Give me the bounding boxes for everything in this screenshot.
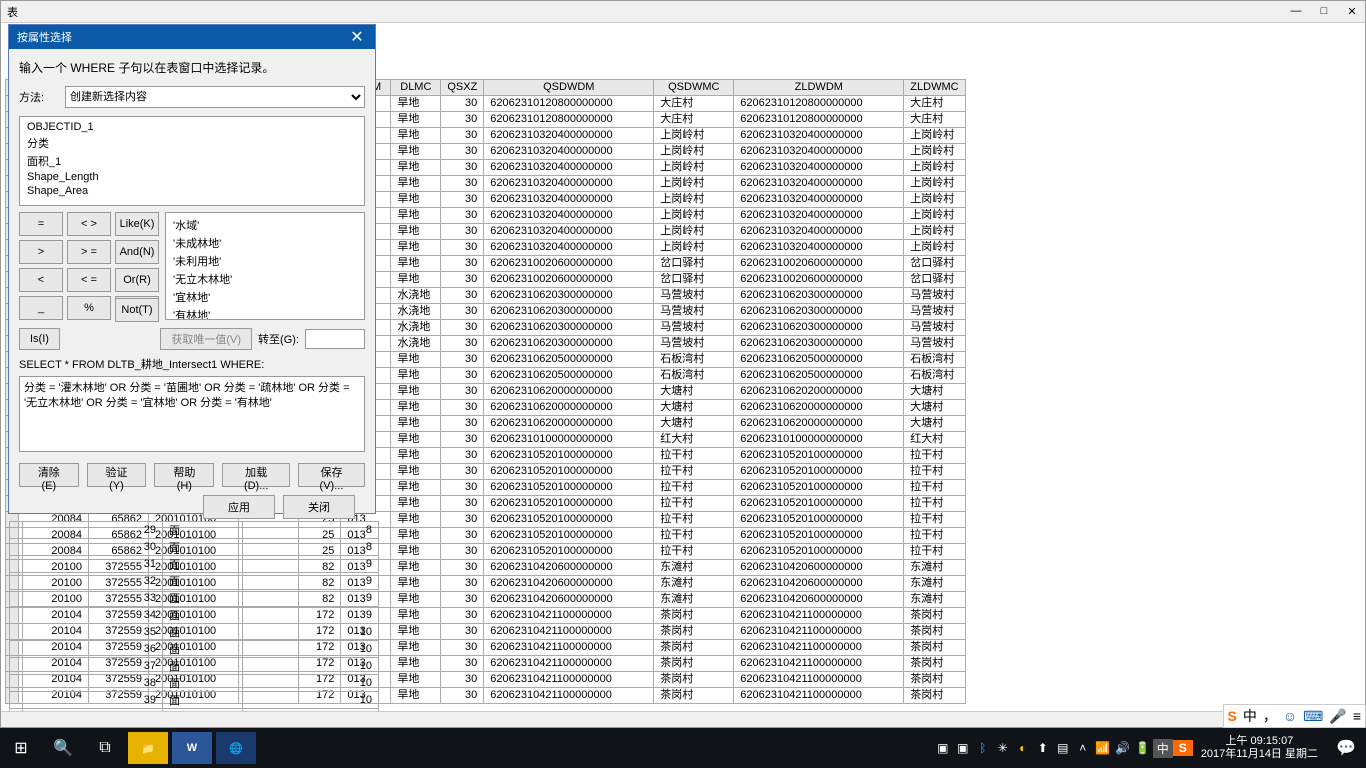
titlebar: 表 — □ ✕ [1,1,1365,23]
method-label: 方法: [19,89,57,105]
column-header[interactable]: QSXZ [441,80,484,96]
column-header[interactable]: QSDWDM [484,80,654,96]
clock[interactable]: 上午 09:15:07 2017年11月14日 星期二 [1193,735,1326,761]
explorer-icon[interactable]: 📁 [128,732,168,764]
ime-toolbar[interactable]: S 中 ， ☺ ⌨ 🎤 ≡ [1223,704,1366,728]
dialog-close-button[interactable]: ✕ [347,27,367,47]
where-clause-input[interactable] [19,376,365,452]
load-button[interactable]: 加载(D)... [222,463,290,487]
op-lt-button[interactable]: < [19,268,63,292]
help-button[interactable]: 帮助(H) [154,463,214,487]
select-from-label: SELECT * FROM DLTB_耕地_Intersect1 WHERE: [19,356,365,372]
op-eq-button[interactable]: = [19,212,63,236]
get-unique-button[interactable]: 获取唯一值(V) [160,328,252,350]
field-item[interactable]: OBJECTID_1 [25,120,359,134]
column-header[interactable]: DLMC [391,80,441,96]
op-like-button[interactable]: Like(K) [115,212,159,236]
value-item[interactable]: '水域' [171,216,359,234]
clock-time: 上午 09:15:07 [1201,735,1318,748]
table-row[interactable]: 32面9 [10,573,379,590]
search-icon[interactable]: 🔍 [42,728,84,768]
bluetooth-icon[interactable]: ᛒ [973,741,993,755]
field-item[interactable]: 分类 [25,134,359,152]
left-table-fragment: 29面830面831面932面933面934面935面1036面1037面103… [9,521,379,726]
table-row[interactable]: 31面9 [10,556,379,573]
battery-icon[interactable]: 🔋 [1133,741,1153,755]
unique-values-list[interactable]: '水域''未成林地''未利用地''无立木林地''宜林地''有林地' [165,212,365,320]
goto-label: 转至(G): [258,331,299,347]
dialog-prompt: 输入一个 WHERE 子句以在表窗口中选择记录。 [19,59,365,76]
verify-button[interactable]: 验证(Y) [87,463,147,487]
ime-keyboard-icon[interactable]: ⌨ [1303,708,1323,725]
volume-icon[interactable]: 🔊 [1113,741,1133,755]
table-row[interactable]: 36面10 [10,641,379,658]
notification-icon[interactable]: 💬 [1326,738,1366,758]
table-row[interactable]: 33面9 [10,590,379,607]
field-item[interactable]: Shape_Length [25,170,359,184]
close-button[interactable]: 关闭 [283,495,355,519]
table-row[interactable]: 39面10 [10,692,379,709]
column-header[interactable]: QSDWMC [654,80,734,96]
ime-menu-icon[interactable]: ≡ [1353,708,1361,724]
op-gt-button[interactable]: > [19,240,63,264]
table-row[interactable]: 38面10 [10,675,379,692]
method-select[interactable]: 创建新选择内容 [65,86,365,108]
tray-icon-5[interactable]: ▤ [1053,741,1073,755]
maximize-icon[interactable]: □ [1317,5,1331,18]
field-item[interactable]: 面积_1 [25,152,359,170]
op-le-button[interactable]: < = [67,268,111,292]
word-icon[interactable]: W [172,732,212,764]
sogou-tray-icon[interactable]: S [1173,740,1193,756]
minimize-icon[interactable]: — [1289,5,1303,18]
clock-date: 2017年11月14日 星期二 [1201,748,1318,761]
arcmap-icon[interactable]: 🌐 [216,732,256,764]
table-row[interactable]: 35面10 [10,624,379,641]
apply-button[interactable]: 应用 [203,495,275,519]
tray-icon-3[interactable]: ◐ [1013,741,1033,755]
value-item[interactable]: '无立木林地' [171,270,359,288]
horizontal-scrollbar[interactable] [1,711,1365,727]
sogou-logo-icon: S [1228,708,1237,724]
value-item[interactable]: '未利用地' [171,252,359,270]
tray-icon-2[interactable]: ▣ [953,741,973,755]
taskbar: ⊞ 🔍 ⧉ 📁 W 🌐 ▣ ▣ ᛒ ✳ ◐ ⬆ ▤ ˄ 📶 🔊 🔋 中 S 上午… [0,728,1366,768]
start-button[interactable]: ⊞ [0,728,42,768]
network-icon[interactable]: ✳ [993,741,1013,755]
is-button[interactable]: Is(I) [19,328,60,350]
op-and-button[interactable]: And(N) [115,240,159,264]
wifi-icon[interactable]: 📶 [1093,741,1113,755]
op-ne-button[interactable]: < > [67,212,111,236]
save-button[interactable]: 保存(V)... [298,463,365,487]
close-icon[interactable]: ✕ [1345,5,1359,18]
dialog-titlebar: 按属性选择 ✕ [9,25,375,49]
ime-smile-icon[interactable]: ☺ [1283,708,1297,724]
value-item[interactable]: '宜林地' [171,288,359,306]
field-item[interactable]: Shape_Area [25,184,359,198]
dialog-title: 按属性选择 [17,29,347,45]
column-header[interactable]: ZLDWDM [734,80,904,96]
table-row[interactable]: 30面8 [10,539,379,556]
ime-punct-icon[interactable]: ， [1263,706,1277,726]
value-item[interactable]: '有林地' [171,306,359,320]
op-not-button[interactable]: Not(T) [115,298,159,322]
ime-zhong[interactable]: 中 [1243,706,1257,726]
task-view-icon[interactable]: ⧉ [84,728,126,768]
select-by-attributes-dialog: 按属性选择 ✕ 输入一个 WHERE 子句以在表窗口中选择记录。 方法: 创建新… [8,24,376,514]
tray-icon-1[interactable]: ▣ [933,741,953,755]
column-header[interactable]: ZLDWMC [904,80,965,96]
window-title: 表 [7,4,1289,20]
clear-button[interactable]: 清除(E) [19,463,79,487]
tray-icon-4[interactable]: ⬆ [1033,741,1053,755]
ime-mic-icon[interactable]: 🎤 [1329,708,1346,725]
goto-input[interactable] [305,329,365,349]
op-ge-button[interactable]: > = [67,240,111,264]
ime-indicator[interactable]: 中 [1153,739,1173,758]
chevron-up-icon[interactable]: ˄ [1073,741,1093,755]
op-or-button[interactable]: Or(R) [115,268,159,292]
table-row[interactable]: 34面9 [10,607,379,624]
value-item[interactable]: '未成林地' [171,234,359,252]
field-list[interactable]: OBJECTID_1分类面积_1Shape_LengthShape_Area [19,116,365,206]
table-row[interactable]: 37面10 [10,658,379,675]
